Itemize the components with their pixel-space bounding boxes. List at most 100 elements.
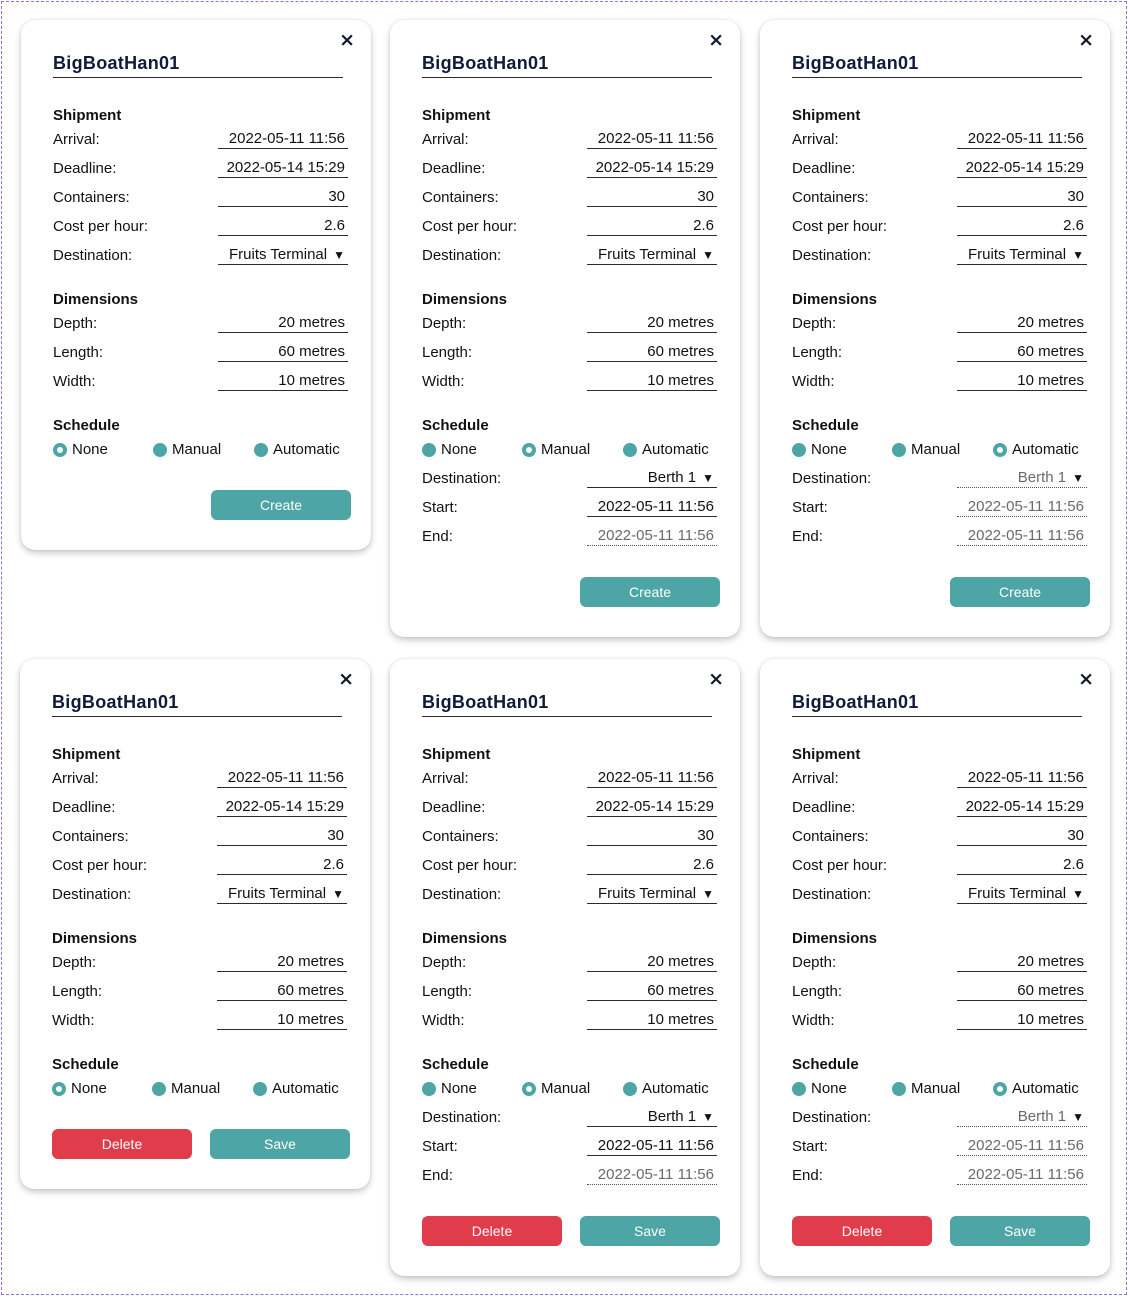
create-button[interactable]: Create (211, 490, 351, 520)
arrival-field[interactable]: 2022-05-11 11:56 (957, 768, 1087, 788)
cost-per-hour-field[interactable]: 2.6 (217, 855, 347, 875)
schedule-radio-none[interactable]: None (422, 1080, 477, 1098)
start-field[interactable]: 2022-05-11 11:56 (587, 1136, 717, 1156)
depth-field[interactable]: 20 metres (957, 313, 1087, 333)
schedule-radio-manual[interactable]: Manual (153, 441, 221, 459)
length-field[interactable]: 60 metres (217, 981, 347, 1001)
schedule-radio-automatic[interactable]: Automatic (623, 441, 709, 459)
save-button[interactable]: Save (210, 1129, 350, 1159)
schedule-radio-automatic[interactable]: Automatic (993, 1080, 1079, 1098)
start-field[interactable]: 2022-05-11 11:56 (587, 497, 717, 517)
close-icon[interactable]: × (708, 30, 724, 50)
width-field[interactable]: 10 metres (957, 371, 1087, 391)
width-field[interactable]: 10 metres (217, 1010, 347, 1030)
length-field[interactable]: 60 metres (957, 342, 1087, 362)
depth-field[interactable]: 20 metres (587, 313, 717, 333)
destination-select[interactable]: Fruits Terminal ▼ (587, 245, 717, 265)
cost-per-hour-field[interactable]: 2.6 (218, 216, 348, 236)
boat-name-title: BigBoatHan01 (52, 692, 342, 717)
close-icon[interactable]: × (708, 669, 724, 689)
schedule-radio-automatic[interactable]: Automatic (993, 441, 1079, 459)
deadline-field[interactable]: 2022-05-14 15:29 (217, 797, 347, 817)
width-field[interactable]: 10 metres (587, 371, 717, 391)
schedule-radio-manual[interactable]: Manual (522, 1080, 590, 1098)
schedule-radio-manual[interactable]: Manual (892, 441, 960, 459)
depth-label: Depth: (792, 954, 837, 971)
end-label: End: (422, 1167, 453, 1184)
end-field[interactable]: 2022-05-11 11:56 (587, 526, 717, 546)
destination-select[interactable]: Fruits Terminal ▼ (587, 884, 717, 904)
close-icon[interactable]: × (1078, 669, 1094, 689)
schedule-radio-none[interactable]: None (53, 441, 108, 459)
schedule-radio-automatic[interactable]: Automatic (253, 1080, 339, 1098)
schedule-radio-manual[interactable]: Manual (152, 1080, 220, 1098)
close-icon[interactable]: × (1078, 30, 1094, 50)
start-field[interactable]: 2022-05-11 11:56 (957, 1136, 1087, 1156)
arrival-field[interactable]: 2022-05-11 11:56 (217, 768, 347, 788)
length-field[interactable]: 60 metres (587, 981, 717, 1001)
containers-field[interactable]: 30 (218, 187, 348, 207)
destination-select[interactable]: Fruits Terminal ▼ (957, 245, 1087, 265)
destination-select[interactable]: Fruits Terminal ▼ (218, 245, 348, 265)
depth-field[interactable]: 20 metres (587, 952, 717, 972)
save-button[interactable]: Save (950, 1216, 1090, 1246)
delete-button[interactable]: Delete (422, 1216, 562, 1246)
cost-per-hour-field[interactable]: 2.6 (587, 216, 717, 236)
destination-select[interactable]: Fruits Terminal ▼ (957, 884, 1087, 904)
schedule-radio-manual[interactable]: Manual (522, 441, 590, 459)
berth-select[interactable]: Berth 1 ▼ (957, 1107, 1087, 1127)
deadline-field[interactable]: 2022-05-14 15:29 (587, 158, 717, 178)
containers-field[interactable]: 30 (957, 187, 1087, 207)
radio-dot-icon (422, 443, 436, 457)
schedule-radio-automatic[interactable]: Automatic (254, 441, 340, 459)
end-field[interactable]: 2022-05-11 11:56 (957, 1165, 1087, 1185)
depth-field[interactable]: 20 metres (957, 952, 1087, 972)
create-button[interactable]: Create (950, 577, 1090, 607)
containers-field[interactable]: 30 (217, 826, 347, 846)
width-field[interactable]: 10 metres (218, 371, 348, 391)
delete-button[interactable]: Delete (52, 1129, 192, 1159)
schedule-radio-none[interactable]: None (792, 441, 847, 459)
radio-label: Manual (911, 1080, 961, 1097)
deadline-field[interactable]: 2022-05-14 15:29 (218, 158, 348, 178)
containers-field[interactable]: 30 (587, 826, 717, 846)
schedule-radio-none[interactable]: None (52, 1080, 107, 1098)
deadline-field[interactable]: 2022-05-14 15:29 (957, 797, 1087, 817)
containers-field[interactable]: 30 (957, 826, 1087, 846)
arrival-field[interactable]: 2022-05-11 11:56 (587, 768, 717, 788)
depth-field[interactable]: 20 metres (217, 952, 347, 972)
arrival-field[interactable]: 2022-05-11 11:56 (587, 129, 717, 149)
destination-select[interactable]: Fruits Terminal ▼ (217, 884, 347, 904)
end-field[interactable]: 2022-05-11 11:56 (587, 1165, 717, 1185)
close-icon[interactable]: × (338, 669, 354, 689)
start-field[interactable]: 2022-05-11 11:56 (957, 497, 1087, 517)
deadline-field[interactable]: 2022-05-14 15:29 (587, 797, 717, 817)
berth-select[interactable]: Berth 1 ▼ (587, 1107, 717, 1127)
schedule-radio-none[interactable]: None (422, 441, 477, 459)
delete-button[interactable]: Delete (792, 1216, 932, 1246)
width-field[interactable]: 10 metres (587, 1010, 717, 1030)
arrival-field[interactable]: 2022-05-11 11:56 (957, 129, 1087, 149)
containers-field[interactable]: 30 (587, 187, 717, 207)
schedule-radio-manual[interactable]: Manual (892, 1080, 960, 1098)
close-icon[interactable]: × (339, 30, 355, 50)
create-button[interactable]: Create (580, 577, 720, 607)
save-button[interactable]: Save (580, 1216, 720, 1246)
depth-field[interactable]: 20 metres (218, 313, 348, 333)
radio-dot-icon (253, 1082, 267, 1096)
cost-per-hour-field[interactable]: 2.6 (957, 855, 1087, 875)
width-field[interactable]: 10 metres (957, 1010, 1087, 1030)
cost-per-hour-field[interactable]: 2.6 (957, 216, 1087, 236)
cost-per-hour-field[interactable]: 2.6 (587, 855, 717, 875)
length-field[interactable]: 60 metres (957, 981, 1087, 1001)
schedule-radio-none[interactable]: None (792, 1080, 847, 1098)
schedule-radio-automatic[interactable]: Automatic (623, 1080, 709, 1098)
deadline-field[interactable]: 2022-05-14 15:29 (957, 158, 1087, 178)
berth-select[interactable]: Berth 1 ▼ (587, 468, 717, 488)
length-field[interactable]: 60 metres (587, 342, 717, 362)
arrival-field[interactable]: 2022-05-11 11:56 (218, 129, 348, 149)
end-field[interactable]: 2022-05-11 11:56 (957, 526, 1087, 546)
berth-select[interactable]: Berth 1 ▼ (957, 468, 1087, 488)
length-field[interactable]: 60 metres (218, 342, 348, 362)
radio-label: None (72, 441, 108, 458)
